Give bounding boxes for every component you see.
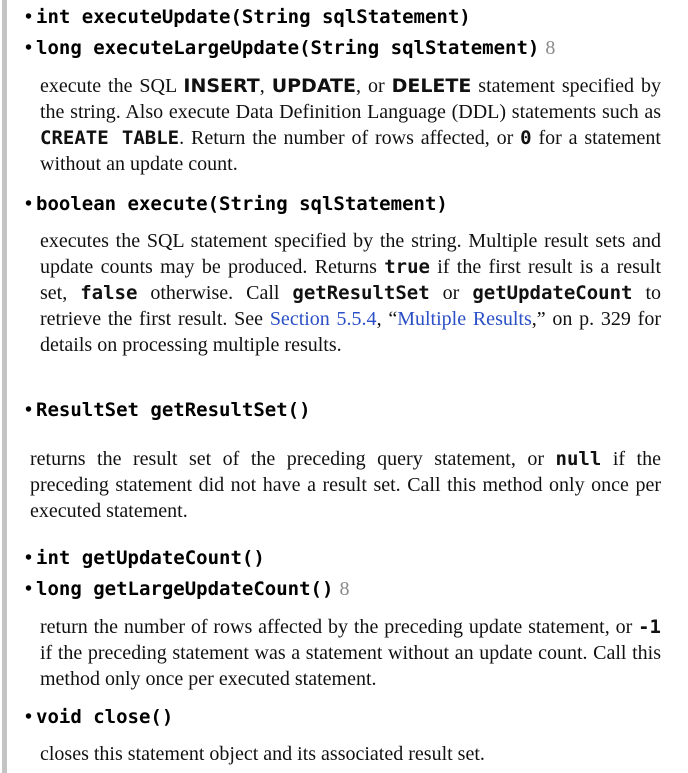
inline-code: getResultSet xyxy=(292,282,430,304)
signature-text: int executeUpdate(String sqlStatement) xyxy=(36,6,471,28)
method-signature-getLargeUpdateCount: • long getLargeUpdateCount() 8 xyxy=(25,576,349,602)
description-getResultSet: returns the result set of the preceding … xyxy=(30,448,661,522)
method-signature-getUpdateCount: • int getUpdateCount() xyxy=(25,545,265,571)
description-executeUpdate: execute the SQL INSERT, UPDATE, or DELET… xyxy=(40,75,662,175)
inline-code: true xyxy=(384,256,430,278)
inline-code: getUpdateCount xyxy=(472,282,633,304)
bullet: • xyxy=(25,6,33,28)
inline-code: CREATE TABLE xyxy=(40,127,180,149)
description-getUpdateCount: return the number of rows affected by th… xyxy=(40,616,661,690)
sidebar-rule xyxy=(2,0,7,773)
method-signature-getResultSet: • ResultSet getResultSet() xyxy=(25,397,311,423)
method-signature-executeLargeUpdate: • long executeLargeUpdate(String sqlState… xyxy=(25,35,555,61)
signature-text: boolean execute(String sqlStatement) xyxy=(36,193,448,215)
bullet: • xyxy=(25,706,33,728)
signature-text: ResultSet getResultSet() xyxy=(36,399,311,421)
bullet: • xyxy=(25,547,33,569)
bullet: • xyxy=(25,37,33,59)
method-signature-executeUpdate: • int executeUpdate(String sqlStatement) xyxy=(25,4,471,30)
inline-code: null xyxy=(555,448,602,470)
since-version-badge: 8 xyxy=(339,578,350,600)
description-close: closes this statement object and its ass… xyxy=(40,743,485,765)
signature-text: int getUpdateCount() xyxy=(36,547,265,569)
signature-text: void close() xyxy=(36,706,174,728)
method-signature-close: • void close() xyxy=(25,704,173,730)
inline-code: UPDATE xyxy=(271,75,356,97)
signature-text: long executeLargeUpdate(String sqlStatem… xyxy=(36,37,540,59)
since-version-badge: 8 xyxy=(545,37,556,59)
inline-code: -1 xyxy=(638,616,661,638)
method-signature-execute: • boolean execute(String sqlStatement) xyxy=(25,191,448,217)
bullet: • xyxy=(25,578,33,600)
bullet: • xyxy=(25,193,33,215)
description-execute: executes the SQL statement specified by … xyxy=(40,230,662,356)
inline-code: DELETE xyxy=(391,75,472,97)
bullet: • xyxy=(25,399,33,421)
section-link[interactable]: Section 5.5.4 xyxy=(270,308,377,330)
inline-code: false xyxy=(80,282,138,304)
inline-code: 0 xyxy=(520,127,532,149)
signature-text: long getLargeUpdateCount() xyxy=(36,578,334,600)
inline-code: INSERT xyxy=(183,75,260,97)
multiple-results-link[interactable]: Multiple Results xyxy=(397,308,532,330)
